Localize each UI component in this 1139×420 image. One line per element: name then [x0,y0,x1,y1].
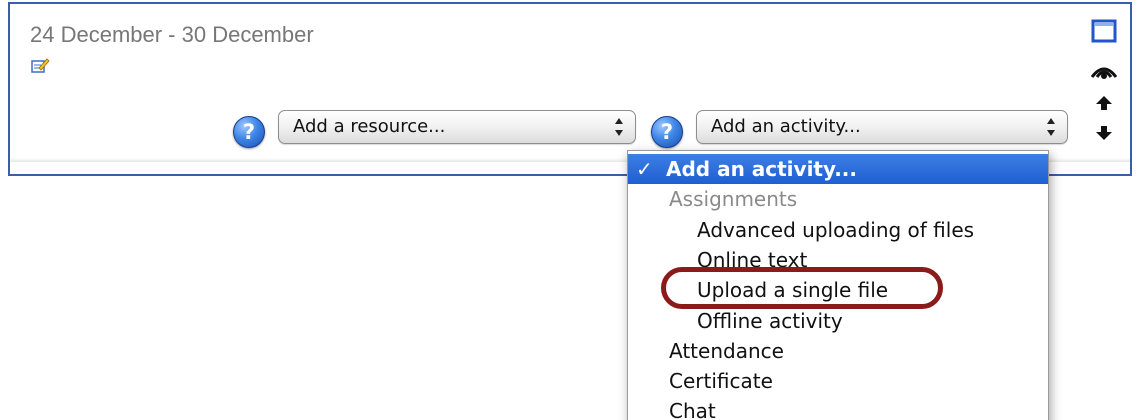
resource-help-icon[interactable]: ? [233,116,265,148]
move-down-button[interactable] [1086,125,1122,141]
highlight-ring-annotation [661,267,943,309]
dropdown-option-certificate[interactable]: Certificate [628,366,1048,397]
add-activity-select[interactable]: Add an activity... [696,110,1068,144]
visibility-toggle[interactable] [1086,59,1122,81]
dropdown-option-label: Add an activity... [666,157,857,181]
dropdown-option-add-activity[interactable]: ✓ Add an activity... [628,154,1048,184]
add-resource-select-value: Add a resource... [293,116,446,137]
visibility-eye-icon [1090,67,1118,79]
move-up-button[interactable] [1086,95,1122,111]
add-resource-select[interactable]: Add a resource... [278,110,636,144]
add-activity-select-value: Add an activity... [711,116,861,137]
activity-help-icon[interactable]: ? [651,116,683,148]
checkmark-icon: ✓ [636,157,653,181]
edit-icon[interactable] [30,56,50,76]
section-title: 24 December - 30 December [30,22,314,47]
move-down-icon [1096,126,1112,140]
collapse-icon [1091,19,1117,43]
select-arrows-icon [615,118,623,136]
collapse-button[interactable] [1086,19,1122,43]
select-arrows-icon [1047,118,1055,136]
dropdown-option-advanced-uploading[interactable]: Advanced uploading of files [628,215,1048,246]
dropdown-option-chat[interactable]: Chat [628,396,1048,420]
dropdown-option-offline-activity[interactable]: Offline activity [628,306,1048,337]
dropdown-option-attendance[interactable]: Attendance [628,336,1048,367]
dropdown-group-assignments: Assignments [669,187,798,211]
move-up-icon [1096,96,1112,110]
